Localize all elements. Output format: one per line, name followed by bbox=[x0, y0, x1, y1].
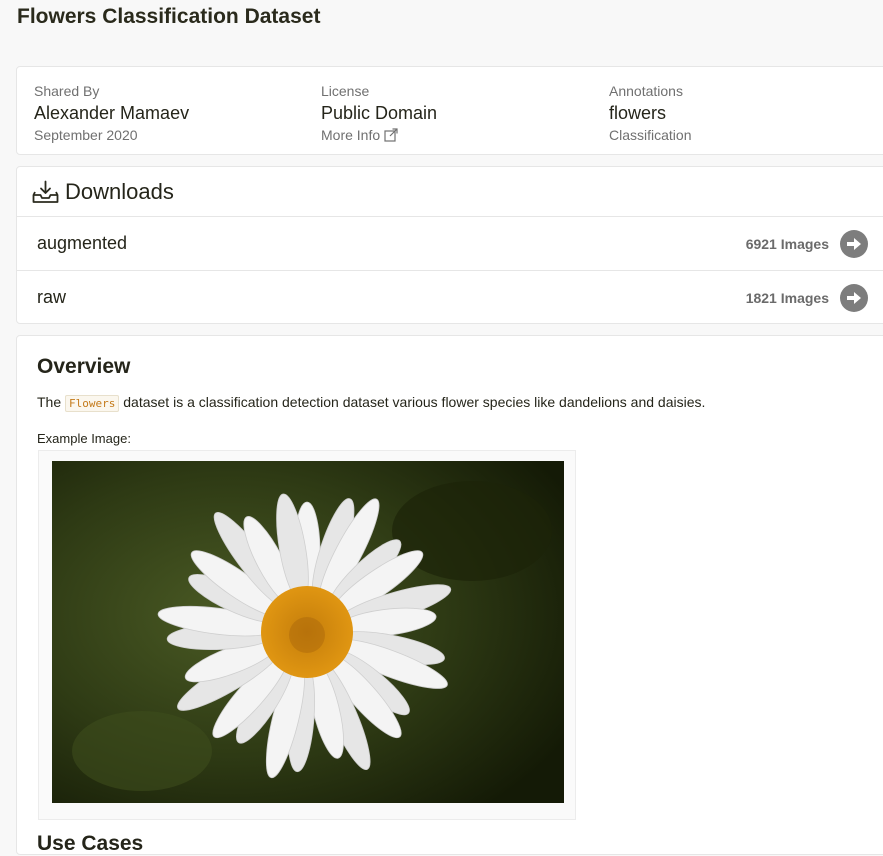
dataset-name-code: Flowers bbox=[65, 395, 120, 412]
annotations-section: Annotations flowers Classification bbox=[609, 82, 691, 144]
annotations-value: flowers bbox=[609, 103, 667, 123]
use-cases-heading: Use Cases bbox=[37, 832, 144, 855]
arrow-right-circle-icon[interactable] bbox=[840, 283, 868, 312]
downloads-header: Downloads bbox=[17, 167, 883, 217]
example-image-label: Example Image: bbox=[37, 431, 131, 446]
downloads-card: Downloads augmented 6921 Images raw 1821… bbox=[16, 166, 883, 324]
arrow-right-circle-icon[interactable] bbox=[840, 229, 868, 258]
download-name: raw bbox=[37, 287, 67, 307]
annotation-type: Classification bbox=[609, 127, 692, 143]
more-info-link[interactable]: More Info bbox=[321, 126, 437, 144]
license-value: Public Domain bbox=[321, 103, 438, 123]
annotations-label: Annotations bbox=[609, 83, 683, 99]
download-row-augmented[interactable]: augmented 6921 Images bbox=[17, 217, 883, 271]
overview-text-start: The bbox=[37, 394, 62, 410]
shared-by-label: Shared By bbox=[34, 83, 100, 99]
overview-heading: Overview bbox=[37, 355, 131, 378]
download-row-raw[interactable]: raw 1821 Images bbox=[17, 271, 883, 324]
example-image-frame bbox=[38, 450, 576, 820]
shared-by-value: Alexander Mamaev bbox=[34, 103, 190, 123]
overview-text-end: dataset is a classification detection da… bbox=[123, 394, 706, 410]
license-label: License bbox=[321, 83, 370, 99]
shared-by-section: Shared By Alexander Mamaev September 202… bbox=[34, 82, 189, 144]
overview-description: The Flowers dataset is a classification … bbox=[37, 393, 705, 413]
license-section: License Public Domain More Info bbox=[321, 82, 437, 144]
download-meta: 1821 Images bbox=[745, 283, 868, 312]
download-tray-icon bbox=[32, 180, 59, 203]
image-count: 1821 Images bbox=[745, 289, 829, 306]
external-link-icon bbox=[384, 128, 398, 142]
daisy-example-image bbox=[52, 461, 564, 803]
dataset-meta-card: Shared By Alexander Mamaev September 202… bbox=[16, 66, 883, 155]
shared-date: September 2020 bbox=[34, 127, 138, 143]
image-count: 6921 Images bbox=[745, 235, 829, 252]
download-name: augmented bbox=[37, 233, 128, 253]
overview-card: Overview The Flowers dataset is a classi… bbox=[16, 335, 883, 855]
more-info-label: More Info bbox=[321, 127, 381, 143]
downloads-title: Downloads bbox=[65, 178, 174, 204]
page-title: Flowers Classification Dataset bbox=[17, 5, 321, 28]
download-meta: 6921 Images bbox=[745, 229, 868, 258]
